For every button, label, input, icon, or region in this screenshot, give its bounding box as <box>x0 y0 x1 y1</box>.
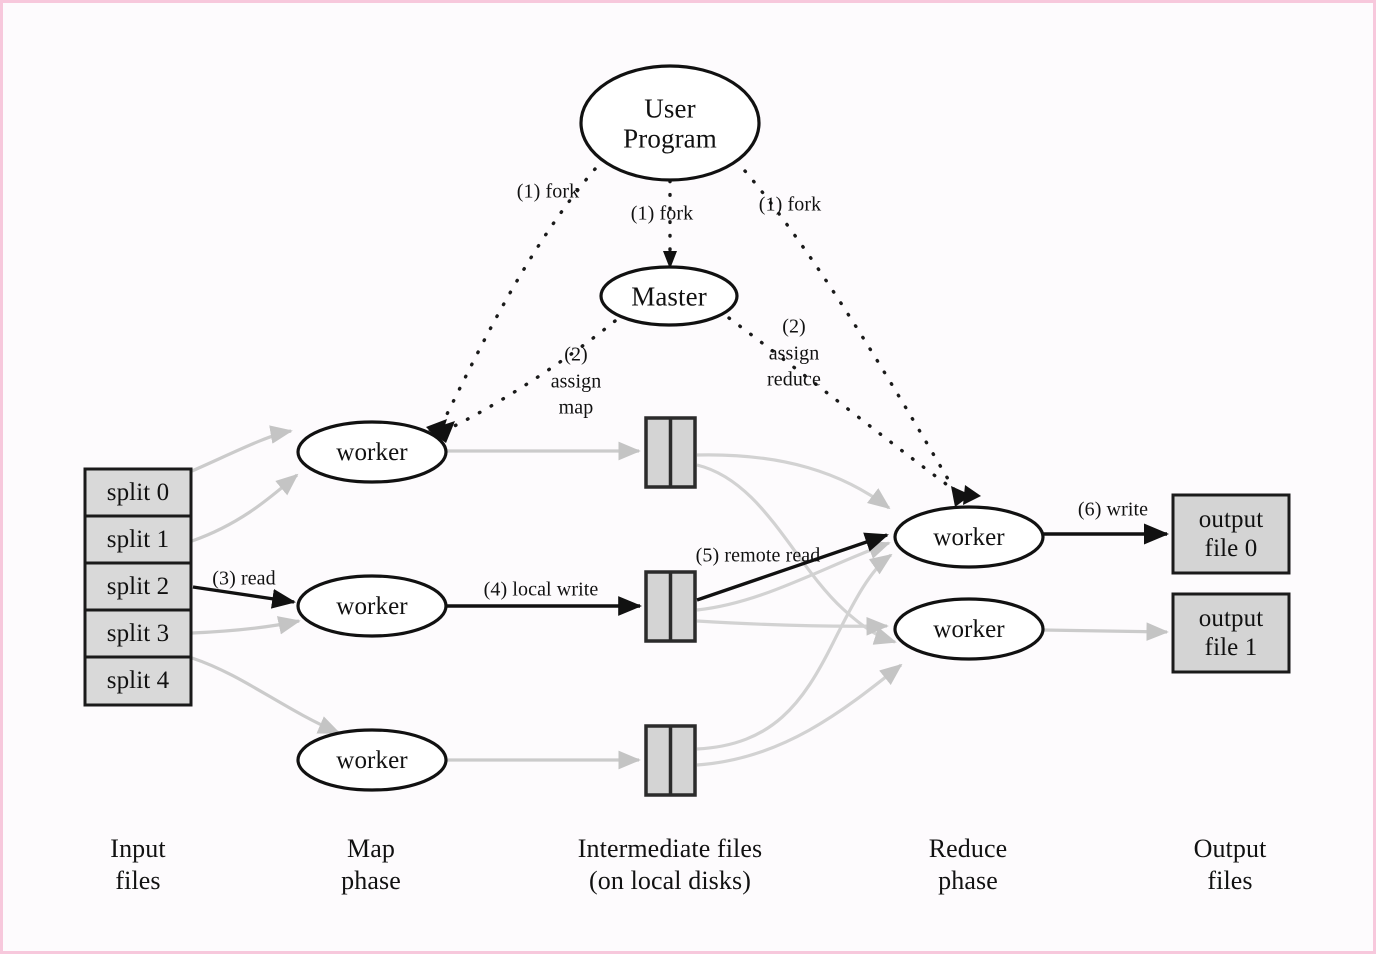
column-label-map-phase-line1: Map <box>347 833 395 863</box>
user-program-label-line2: Program <box>623 123 717 154</box>
output-file-1-label-line1: output <box>1198 604 1264 632</box>
fork-right-label: (1) fork <box>758 193 822 216</box>
assign-map-label-line1: (2) <box>564 343 588 366</box>
map-worker-2-label: worker <box>336 746 408 774</box>
column-label-output-files-line2: files <box>1207 865 1253 895</box>
dotted-assign-reduce <box>727 316 963 497</box>
edge-reduce-to-output-1 <box>1042 622 1169 642</box>
intermediate-file-0 <box>644 416 697 489</box>
write-label: (6) write <box>1077 498 1149 521</box>
user-program-label-line1: User <box>644 93 696 124</box>
column-label-input-files-line1: Input <box>110 833 166 863</box>
map-worker-1-label: worker <box>336 592 408 620</box>
assign-reduce-label-line2: assign <box>768 342 820 365</box>
reduce-worker-0-label: worker <box>933 523 1005 551</box>
intermediate-file-boxes <box>644 416 697 797</box>
column-label-input-files-line2: files <box>115 865 161 895</box>
output-file-0-label-line1: output <box>1198 505 1264 533</box>
split-3-label: split 3 <box>106 619 170 647</box>
dotted-fork-right <box>743 169 960 498</box>
intermediate-file-1 <box>644 570 697 643</box>
mapreduce-execution-overview-figure: User Program Master worker worker worker… <box>0 0 1376 954</box>
output-file-0-label-line2: file 0 <box>1204 534 1258 562</box>
column-label-intermediate-files-line1: Intermediate files <box>577 833 763 863</box>
map-worker-0-label: worker <box>336 438 408 466</box>
edges-intermediate-to-reduce <box>696 453 903 767</box>
fork-left-label: (1) fork <box>516 180 580 203</box>
assign-map-label-line3: map <box>558 396 594 419</box>
local-write-label: (4) local write <box>483 578 599 601</box>
column-label-output-files-line1: Output <box>1193 833 1267 863</box>
split-1-label: split 1 <box>106 525 170 553</box>
master-label: Master <box>631 281 707 312</box>
assign-reduce-label-line1: (2) <box>782 315 806 338</box>
assign-map-label-line2: assign <box>550 370 602 393</box>
column-label-map-phase-line2: phase <box>341 865 401 895</box>
column-label-intermediate-files-line2: (on local disks) <box>589 865 751 895</box>
column-label-reduce-phase-line2: phase <box>938 865 998 895</box>
reduce-worker-1-label: worker <box>933 615 1005 643</box>
fork-middle-label: (1) fork <box>630 202 694 225</box>
assign-reduce-label-line3: reduce <box>767 368 821 391</box>
split-4-label: split 4 <box>106 666 170 694</box>
split-0-label: split 0 <box>106 478 170 506</box>
read-label: (3) read <box>212 567 276 590</box>
split-2-label: split 2 <box>106 572 170 600</box>
edges-fork-assign <box>438 167 963 498</box>
intermediate-file-2 <box>644 724 697 797</box>
column-label-reduce-phase-line1: Reduce <box>928 833 1008 863</box>
output-file-1-label-line2: file 1 <box>1204 633 1258 661</box>
remote-read-label: (5) remote read <box>695 544 821 567</box>
